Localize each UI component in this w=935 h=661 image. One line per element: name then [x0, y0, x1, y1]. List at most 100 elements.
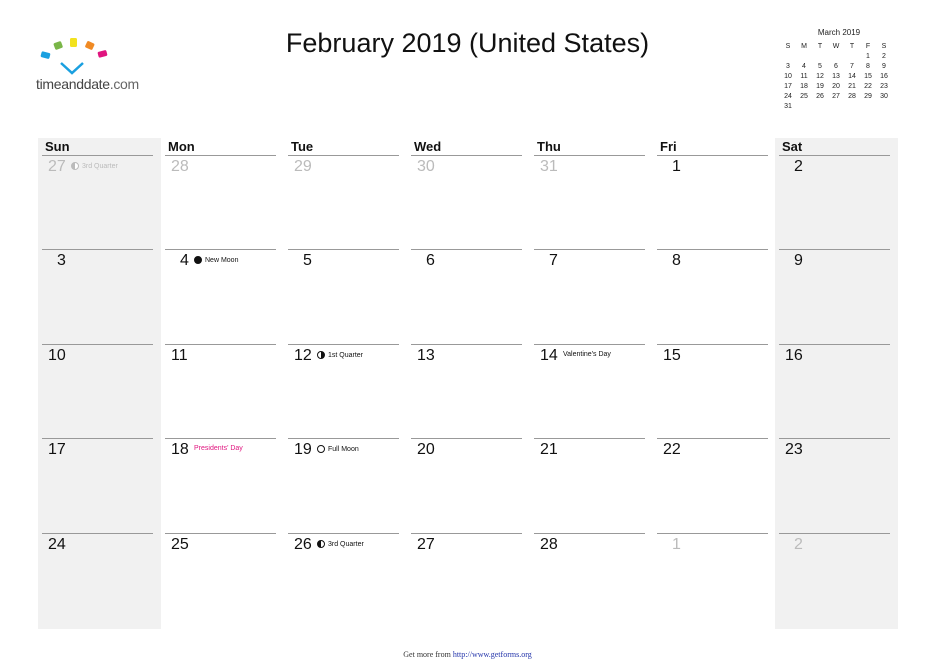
day-cell[interactable]: 28	[534, 534, 647, 629]
day-cell[interactable]: 31	[534, 156, 647, 251]
day-cell[interactable]: 16	[779, 345, 892, 440]
mini-day: 27	[832, 93, 840, 100]
day-cell[interactable]: 5	[288, 250, 401, 345]
day-cell[interactable]: 9	[779, 250, 892, 345]
mini-day	[812, 52, 828, 61]
day-cell[interactable]: 22	[657, 439, 770, 534]
mini-day: 6	[834, 63, 838, 70]
day-cell[interactable]: 6	[411, 250, 524, 345]
day-number: 28	[540, 536, 558, 553]
day-cell[interactable]: 21	[534, 439, 647, 534]
day-cell[interactable]: 27	[411, 534, 524, 629]
day-cell[interactable]: 15	[657, 345, 770, 440]
mini-day: 23	[880, 83, 888, 90]
day-cell[interactable]: 2	[779, 534, 892, 629]
day-cell[interactable]: 7	[534, 250, 647, 345]
new-moon-icon	[194, 256, 202, 264]
mini-day: 21	[848, 83, 856, 90]
day-cell[interactable]: 20	[411, 439, 524, 534]
moon-phase-label: Full Moon	[317, 445, 359, 453]
full-moon-icon	[317, 445, 325, 453]
day-number: 3	[57, 252, 66, 269]
day-cell[interactable]: 24	[42, 534, 155, 629]
day-cell[interactable]: 3	[42, 250, 155, 345]
mini-day	[828, 102, 844, 111]
mini-calendar-grid: S M T W T F S 1 2 3 4 5 6 7 8 9 10 11 12 13 14 15 16 17 18 19 20 21…	[780, 42, 894, 111]
mini-weekday: F	[865, 43, 871, 50]
day-cell[interactable]: 12 1st Quarter	[288, 345, 401, 440]
day-number: 29	[294, 158, 312, 175]
mini-day: 14	[848, 73, 856, 80]
mini-weekday: S	[785, 43, 791, 50]
day-number: 1	[672, 536, 681, 553]
day-cell[interactable]: 27 3rd Quarter	[42, 156, 155, 251]
day-cell[interactable]: 29	[288, 156, 401, 251]
mini-day: 3	[786, 63, 790, 70]
day-cell[interactable]: 18 Presidents' Day	[165, 439, 278, 534]
day-number: 9	[794, 252, 803, 269]
mini-day	[796, 102, 812, 111]
mini-day: 20	[832, 83, 840, 90]
day-number: 23	[785, 441, 803, 458]
day-number: 28	[171, 158, 189, 175]
day-number: 7	[549, 252, 558, 269]
day-cell[interactable]: 8	[657, 250, 770, 345]
mini-day: 18	[800, 83, 808, 90]
day-number: 6	[426, 252, 435, 269]
mini-day: 15	[864, 73, 872, 80]
mini-day: 31	[784, 103, 792, 110]
day-number: 16	[785, 347, 803, 364]
mini-day	[844, 52, 860, 61]
day-cell[interactable]: 10	[42, 345, 155, 440]
footer-link[interactable]: http://www.getforms.org	[453, 650, 532, 659]
mini-calendar-title: March 2019	[817, 28, 861, 37]
day-cell[interactable]: 1	[657, 534, 770, 629]
day-number: 31	[540, 158, 558, 175]
day-cell[interactable]: 1	[657, 156, 770, 251]
day-number: 2	[794, 158, 803, 175]
day-number: 30	[417, 158, 435, 175]
day-cell[interactable]: 13	[411, 345, 524, 440]
day-number: 27	[417, 536, 435, 553]
day-cell[interactable]: 19 Full Moon	[288, 439, 401, 534]
day-cell[interactable]: 26 3rd Quarter	[288, 534, 401, 629]
moon-phase-label: 1st Quarter	[317, 351, 363, 359]
day-cell[interactable]: 30	[411, 156, 524, 251]
mini-weekday: M	[801, 43, 807, 50]
mini-day: 13	[832, 73, 840, 80]
day-number: 20	[417, 441, 435, 458]
first-quarter-moon-icon	[317, 351, 325, 359]
logo-text-domain: .com	[109, 76, 139, 92]
mini-day: 2	[882, 53, 886, 60]
day-cell[interactable]: 28	[165, 156, 278, 251]
footer-text: Get more from	[403, 650, 453, 659]
event-text: 3rd Quarter	[82, 162, 118, 170]
day-number: 26	[294, 536, 312, 553]
event-text: Presidents' Day	[194, 445, 243, 452]
mini-day: 29	[864, 93, 872, 100]
day-number: 14	[540, 347, 558, 364]
day-cell[interactable]: 23	[779, 439, 892, 534]
mini-day: 12	[816, 73, 824, 80]
mini-day: 16	[880, 73, 888, 80]
day-cell[interactable]: 2	[779, 156, 892, 251]
day-number: 12	[294, 347, 312, 364]
mini-weekday: S	[881, 43, 887, 50]
day-number: 17	[48, 441, 66, 458]
mini-day: 1	[866, 53, 870, 60]
day-cell[interactable]: 17	[42, 439, 155, 534]
day-cell[interactable]: 4 New Moon	[165, 250, 278, 345]
mini-day	[812, 102, 828, 111]
day-cell[interactable]: 25	[165, 534, 278, 629]
day-cell[interactable]: 14 Valentine's Day	[534, 345, 647, 440]
event-text: Valentine's Day	[563, 351, 611, 358]
day-cell[interactable]: 11	[165, 345, 278, 440]
event-text: Full Moon	[328, 445, 359, 453]
mini-day	[860, 102, 876, 111]
day-number: 19	[294, 441, 312, 458]
mini-calendar: March 2019 S M T W T F S 1 2 3 4 5 6 7 8 9 10 11 12 13 14 15 1…	[780, 28, 894, 111]
mini-weekday: W	[832, 43, 840, 50]
mini-day: 22	[864, 83, 872, 90]
mini-day: 8	[866, 63, 870, 70]
mini-weekday: T	[817, 43, 823, 50]
